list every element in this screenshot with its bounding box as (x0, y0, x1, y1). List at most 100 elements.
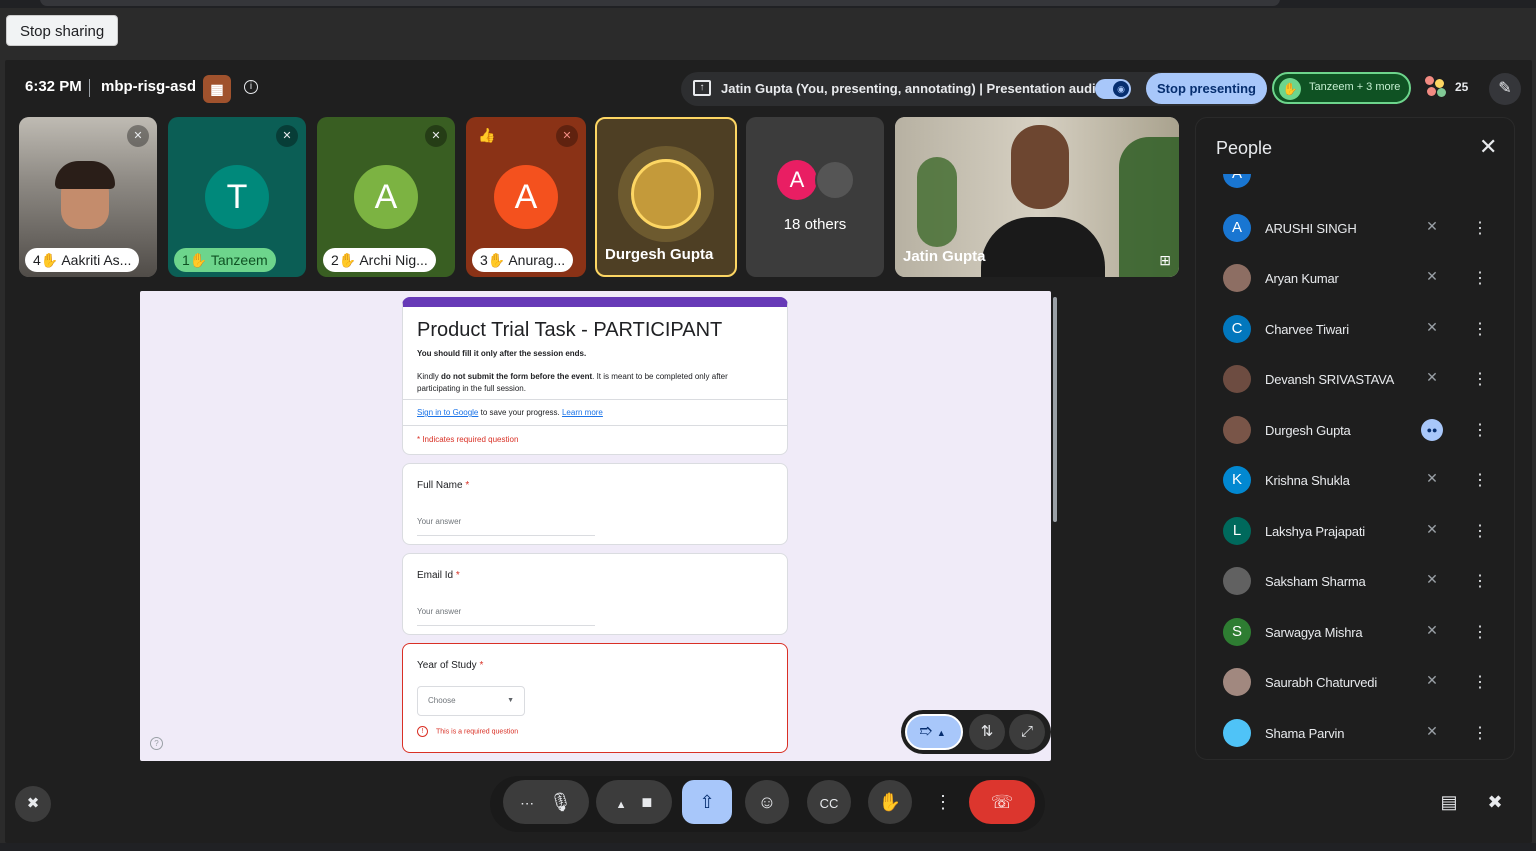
present-button[interactable]: ⇧ (682, 780, 732, 824)
more-options-icon[interactable]: ⋮ (1472, 571, 1488, 591)
speaker-icon: ◉ (1113, 81, 1129, 97)
end-call-icon: ☏ (990, 792, 1014, 812)
more-options-button[interactable]: ⋮ (928, 780, 958, 824)
screen-scrollbar[interactable] (1052, 291, 1058, 761)
list-item[interactable]: K Krishna Shukla ✕ ⋮ (1196, 456, 1496, 506)
avatar: A (494, 165, 558, 229)
tile-aakriti[interactable]: ✕ 4✋ Aakriti As... (19, 117, 157, 277)
tile-name: 3✋ Anurag... (472, 248, 574, 272)
more-options-icon[interactable]: ⋮ (1472, 319, 1488, 339)
avatar (1223, 668, 1251, 696)
tile-name: Durgesh Gupta (605, 246, 714, 263)
close-icon[interactable]: ✕ (1479, 134, 1497, 160)
mic-off-icon: ✕ (1426, 723, 1438, 739)
camera-group-button[interactable]: ▲ ■ (596, 780, 672, 824)
avatar (631, 159, 701, 229)
leave-call-button[interactable]: ☏ (969, 780, 1035, 824)
pin-off-button[interactable]: ✖ (15, 786, 51, 822)
avatar: A (777, 160, 817, 200)
list-item[interactable]: Shama Parvin ✕ ⋮ (1196, 709, 1496, 759)
chat-button[interactable]: ▤ (1429, 782, 1469, 822)
host-controls-button[interactable]: ▦ (203, 75, 231, 103)
captions-button[interactable]: CC (807, 780, 851, 824)
fullscreen-button[interactable]: ⤢ (1009, 714, 1045, 750)
swap-arrows-icon: ⇅ (980, 723, 994, 740)
mic-off-icon: ✕ (556, 125, 578, 147)
avatar: T (205, 165, 269, 229)
participant-name: Lakshya Prajapati (1265, 524, 1365, 539)
tile-archi[interactable]: A ✕ 2✋ Archi Nig... (317, 117, 455, 277)
meeting-code: mbp-risg-asd (101, 78, 197, 95)
pen-scribble-icon: ➱ (919, 723, 933, 740)
help-icon[interactable]: ? (150, 737, 163, 750)
annotation-pencil-button[interactable]: ✎ (1489, 73, 1521, 105)
participant-name: Saksham Sharma (1265, 574, 1366, 589)
raise-hand-button[interactable]: ✋ (868, 780, 912, 824)
list-item[interactable]: Saksham Sharma ✕ ⋮ (1196, 557, 1496, 607)
shared-screen: Product Trial Task - PARTICIPANT You sho… (140, 291, 1051, 761)
presentation-audio-toggle[interactable]: ◉ (1095, 79, 1131, 99)
info-icon[interactable]: i (244, 80, 258, 94)
full-name-input[interactable]: Your answer (417, 514, 595, 536)
tile-others[interactable]: A 18 others (746, 117, 884, 277)
tile-durgesh[interactable]: Durgesh Gupta (595, 117, 737, 277)
avatar (1223, 416, 1251, 444)
crop-icon[interactable]: ⊞ (1159, 252, 1171, 269)
more-options-icon[interactable]: ⋮ (1472, 369, 1488, 389)
question-card-email: Email Id * Your answer (402, 553, 788, 635)
email-input[interactable]: Your answer (417, 604, 595, 626)
plant-left (917, 157, 957, 247)
building-icon: ▦ (210, 80, 224, 97)
tile-anurag[interactable]: 👍 A ✕ 3✋ Anurag... (466, 117, 586, 277)
more-options-icon[interactable]: ⋮ (1472, 470, 1488, 490)
mic-group-button[interactable]: ⋯ 🎙 (503, 780, 589, 824)
more-options-icon[interactable]: ⋮ (1472, 622, 1488, 642)
scrollbar-thumb[interactable] (1053, 297, 1057, 522)
participant-name: Durgesh Gupta (1265, 423, 1351, 438)
list-item[interactable]: Aryan Kumar ✕ ⋮ (1196, 254, 1496, 304)
raised-hands-button[interactable]: ✋ Tanzeem + 3 more (1272, 72, 1411, 104)
signin-link[interactable]: Sign in to Google (417, 408, 478, 417)
list-item[interactable]: C Charvee Tiwari ✕ ⋮ (1196, 305, 1496, 355)
more-vert-icon: ⋮ (934, 792, 952, 812)
more-options-icon[interactable]: ⋮ (1472, 723, 1488, 743)
list-item[interactable]: Devansh SRIVASTAVA ✕ ⋮ (1196, 355, 1496, 405)
more-options-icon[interactable]: ⋮ (1472, 268, 1488, 288)
annotation-pen-button[interactable]: ➱ ▲ (905, 714, 963, 750)
mic-off-icon: ✕ (1426, 319, 1438, 335)
avatar (1223, 719, 1251, 747)
stop-presenting-button[interactable]: Stop presenting (1146, 73, 1267, 104)
present-screen-icon: ↑ (693, 80, 711, 96)
year-select[interactable]: Choose ▼ (417, 686, 525, 716)
stop-sharing-button[interactable]: Stop sharing (6, 15, 119, 46)
learn-more-link[interactable]: Learn more (562, 408, 603, 417)
list-item[interactable]: Saurabh Chaturvedi ✕ ⋮ (1196, 658, 1496, 708)
avatar: A (1223, 214, 1251, 242)
tile-jatin[interactable]: Jatin Gupta ⊞ (895, 117, 1179, 277)
participant-name: Aryan Kumar (1265, 271, 1339, 286)
participant-name: Shama Parvin (1265, 726, 1345, 741)
tile-tanzeem[interactable]: T ✕ 1✋ Tanzeem (168, 117, 306, 277)
desc-pre: Kindly (417, 372, 442, 381)
more-options-icon[interactable]: ⋮ (1472, 218, 1488, 238)
required-note: * Indicates required question (417, 435, 519, 444)
list-item[interactable]: S Sarwagya Mishra ✕ ⋮ (1196, 608, 1496, 658)
more-options-icon[interactable]: ⋮ (1472, 521, 1488, 541)
pin-off-icon: ✖ (26, 795, 40, 812)
more-options-icon[interactable]: ⋮ (1472, 420, 1488, 440)
more-options-icon[interactable]: ⋮ (1472, 672, 1488, 692)
swap-button[interactable]: ⇅ (969, 714, 1005, 750)
caret-down-icon: ▼ (507, 697, 514, 704)
question-text: Full Name (417, 480, 463, 491)
activities-button[interactable]: ✖ (1475, 782, 1515, 822)
list-item[interactable]: Durgesh Gupta ●● ⋮ (1196, 406, 1496, 456)
list-item[interactable]: L Lakshya Prajapati ✕ ⋮ (1196, 507, 1496, 557)
signin-text: to save your progress. (478, 408, 562, 417)
address-bar[interactable] (40, 0, 1280, 6)
list-item[interactable]: A ARUSHI SINGH ✕ ⋮ (1196, 204, 1496, 254)
more-audio-icon: ⋯ (520, 795, 535, 811)
emoji-icon: ☺ (757, 792, 777, 812)
participants-count-button[interactable]: 25 (1425, 76, 1481, 102)
hand-icon: ✋ (878, 792, 902, 812)
reactions-button[interactable]: ☺ (745, 780, 789, 824)
